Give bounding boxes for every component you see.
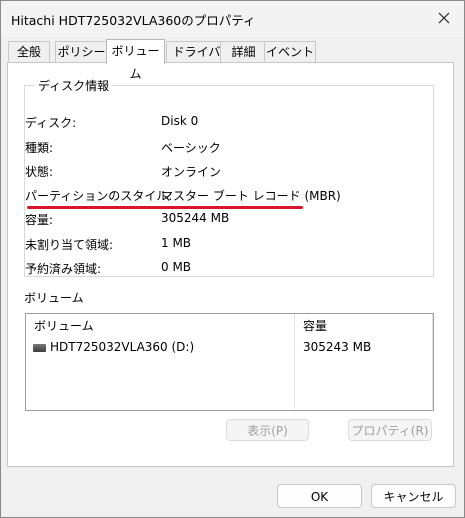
volumes-section-label: ボリューム <box>24 291 84 305</box>
tab-events[interactable]: イベント <box>264 41 316 63</box>
list-item[interactable]: HDT725032VLA360 (D:) 305243 MB <box>26 340 433 358</box>
properties-button[interactable]: プロパティ(R) <box>348 419 432 441</box>
close-button[interactable] <box>430 5 458 31</box>
volume-capacity: 305243 MB <box>303 340 372 354</box>
volume-list[interactable]: ボリューム 容量 HDT725032VLA360 (D:) 305243 MB <box>25 313 434 411</box>
info-value: 0 MB <box>161 260 192 274</box>
info-row-reserved: 予約済み領域: 0 MB <box>25 260 425 276</box>
info-label: ディスク: <box>25 116 77 130</box>
info-row-partition-style: パーティションのスタイル: マスター ブート レコード (MBR) <box>25 187 425 203</box>
info-label: 未割り当て領域: <box>25 238 114 252</box>
info-value: マスター ブート レコード (MBR) <box>161 189 341 203</box>
info-label: 種類: <box>25 141 54 155</box>
cancel-button[interactable]: キャンセル <box>371 484 456 508</box>
info-value: 1 MB <box>161 236 192 250</box>
info-label: パーティションのスタイル: <box>25 189 173 203</box>
volume-name: HDT725032VLA360 (D:) <box>50 340 195 354</box>
column-divider[interactable] <box>294 314 295 409</box>
info-row-disk: ディスク: Disk 0 <box>25 114 425 130</box>
info-row-capacity: 容量: 305244 MB <box>25 211 425 227</box>
title-bar: Hitachi HDT725032VLA360のプロパティ <box>1 1 464 37</box>
show-button[interactable]: 表示(P) <box>226 419 309 441</box>
list-header: ボリューム 容量 <box>26 314 433 336</box>
tab-general[interactable]: 全般 <box>8 41 50 63</box>
properties-dialog: Hitachi HDT725032VLA360のプロパティ 全般 ポリシー ボリ… <box>0 0 465 518</box>
column-divider[interactable] <box>432 314 433 409</box>
info-row-type: 種類: ベーシック <box>25 139 425 155</box>
tab-driver[interactable]: ドライバー <box>166 41 227 80</box>
info-value: オンライン <box>161 165 222 179</box>
window-title: Hitachi HDT725032VLA360のプロパティ <box>11 13 256 28</box>
info-row-status: 状態: オンライン <box>25 163 425 179</box>
ok-button[interactable]: OK <box>277 484 362 508</box>
info-value: Disk 0 <box>161 114 199 128</box>
column-header-capacity[interactable]: 容量 <box>303 317 327 334</box>
tab-volumes[interactable]: ボリューム <box>106 39 165 81</box>
tab-policy[interactable]: ポリシー <box>55 41 108 63</box>
disk-info-label: ディスク情報 <box>35 77 113 94</box>
close-icon <box>438 12 450 24</box>
info-label: 予約済み領域: <box>25 262 102 276</box>
highlight-underline <box>27 206 303 209</box>
column-header-volume[interactable]: ボリューム <box>34 317 94 334</box>
info-label: 状態: <box>25 165 54 179</box>
tab-details[interactable]: 詳細 <box>220 41 267 63</box>
info-row-unallocated: 未割り当て領域: 1 MB <box>25 236 425 252</box>
tab-strip: 全般 ポリシー ボリューム ドライバー 詳細 イベント <box>8 39 458 81</box>
info-label: 容量: <box>25 213 54 227</box>
tab-panel: ディスク情報 ディスク: Disk 0 種類: ベーシック 状態: オンライン … <box>7 62 454 467</box>
info-value: ベーシック <box>161 141 221 155</box>
drive-icon <box>33 344 46 352</box>
info-value: 305244 MB <box>161 211 230 225</box>
